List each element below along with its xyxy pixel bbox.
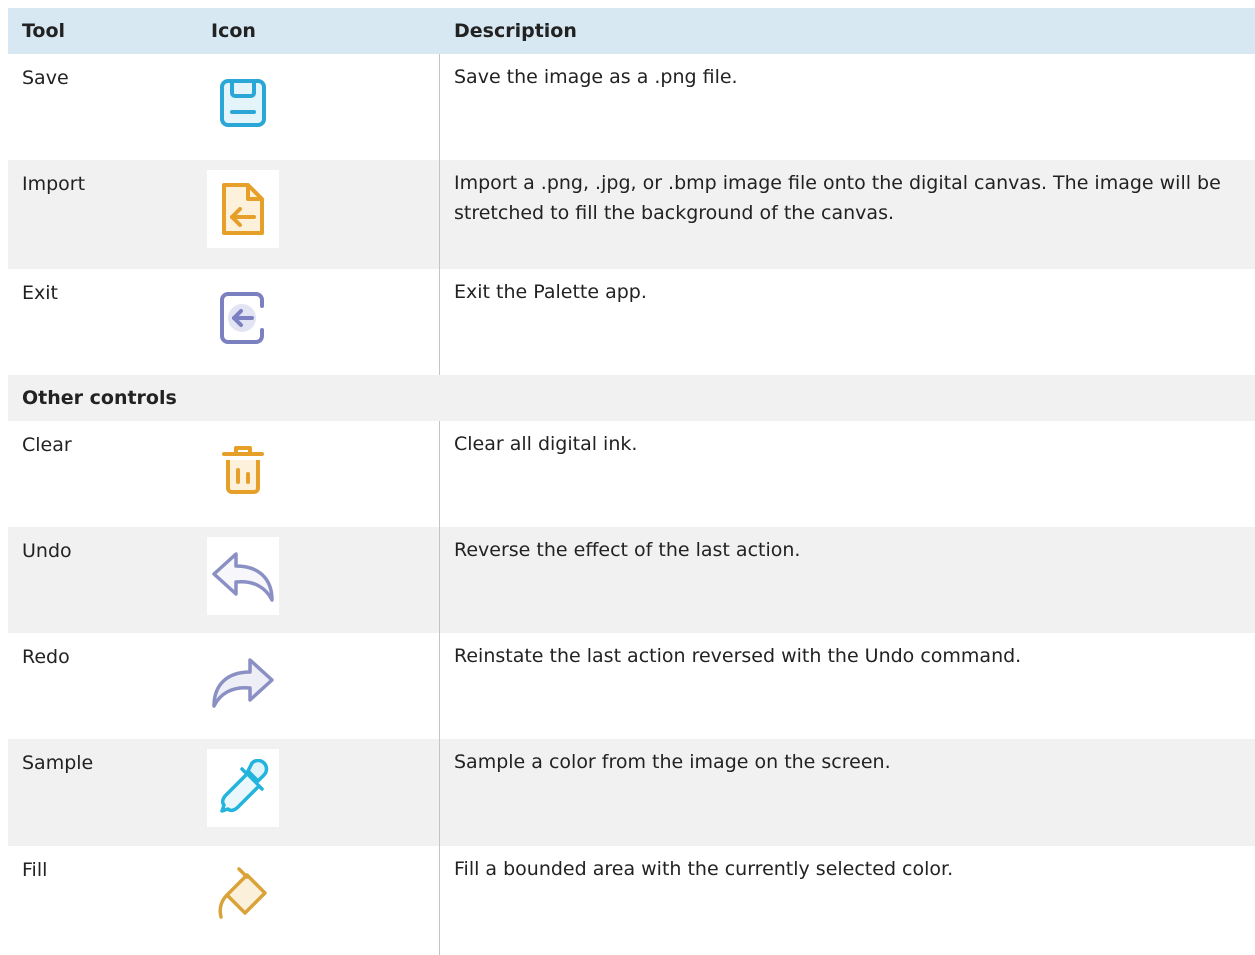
tool-description: Fill a bounded area with the currently s…: [454, 858, 954, 880]
table-header: Tool Icon Description: [8, 8, 1255, 54]
table-row: Clear Clear all digital ink.: [8, 421, 1255, 527]
section-other-controls: Other controls: [8, 375, 1255, 421]
header-icon: Icon: [211, 20, 256, 42]
tool-description: Sample a color from the image on the scr…: [454, 751, 891, 773]
icon-cell: [197, 527, 440, 633]
tool-description: Save the image as a .png file.: [454, 66, 738, 88]
header-description: Description: [454, 20, 577, 42]
icon-cell: [197, 846, 440, 955]
tool-name: Redo: [22, 646, 70, 668]
tool-name: Clear: [22, 434, 72, 456]
tool-description: Reinstate the last action reversed with …: [454, 645, 1022, 667]
table-row: Save Save the image as a .png file.: [8, 54, 1255, 160]
table-row: Redo Reinstate the last action reversed …: [8, 633, 1255, 739]
icon-cell: [197, 421, 440, 527]
table-row: Exit Exit the Palette app.: [8, 269, 1255, 375]
tool-name: Import: [22, 173, 86, 195]
icon-cell: [197, 160, 440, 269]
tool-name: Sample: [22, 752, 94, 774]
icon-cell: [197, 739, 440, 846]
exit-icon: [207, 279, 279, 357]
tool-name: Save: [22, 67, 69, 89]
tools-table: Tool Icon Description Save Save the imag…: [8, 8, 1255, 955]
icon-cell: [197, 269, 440, 375]
fill-bucket-icon: [207, 856, 279, 934]
redo-icon: [207, 643, 279, 721]
tool-name: Fill: [22, 859, 48, 881]
tool-description: Exit the Palette app.: [454, 281, 647, 303]
tool-description: Import a .png, .jpg, or .bmp image file …: [454, 172, 1221, 224]
save-icon: [207, 64, 279, 142]
tool-description: Clear all digital ink.: [454, 433, 638, 455]
undo-icon: [207, 537, 279, 615]
tool-name: Undo: [22, 540, 72, 562]
icon-cell: [197, 633, 440, 739]
table-row: Import Import a .png, .jpg, or .bmp imag…: [8, 160, 1255, 269]
trash-icon: [207, 431, 279, 509]
import-icon: [207, 170, 279, 248]
table-row: Undo Reverse the effect of the last acti…: [8, 527, 1255, 633]
tool-description: Reverse the effect of the last action.: [454, 539, 801, 561]
tool-name: Exit: [22, 282, 58, 304]
icon-cell: [197, 54, 440, 160]
table-row: Sample Sample a color from the image on …: [8, 739, 1255, 846]
table-row: Fill Fill a bounded area with the curren…: [8, 846, 1255, 955]
eyedropper-icon: [207, 749, 279, 827]
header-tool: Tool: [22, 20, 66, 42]
